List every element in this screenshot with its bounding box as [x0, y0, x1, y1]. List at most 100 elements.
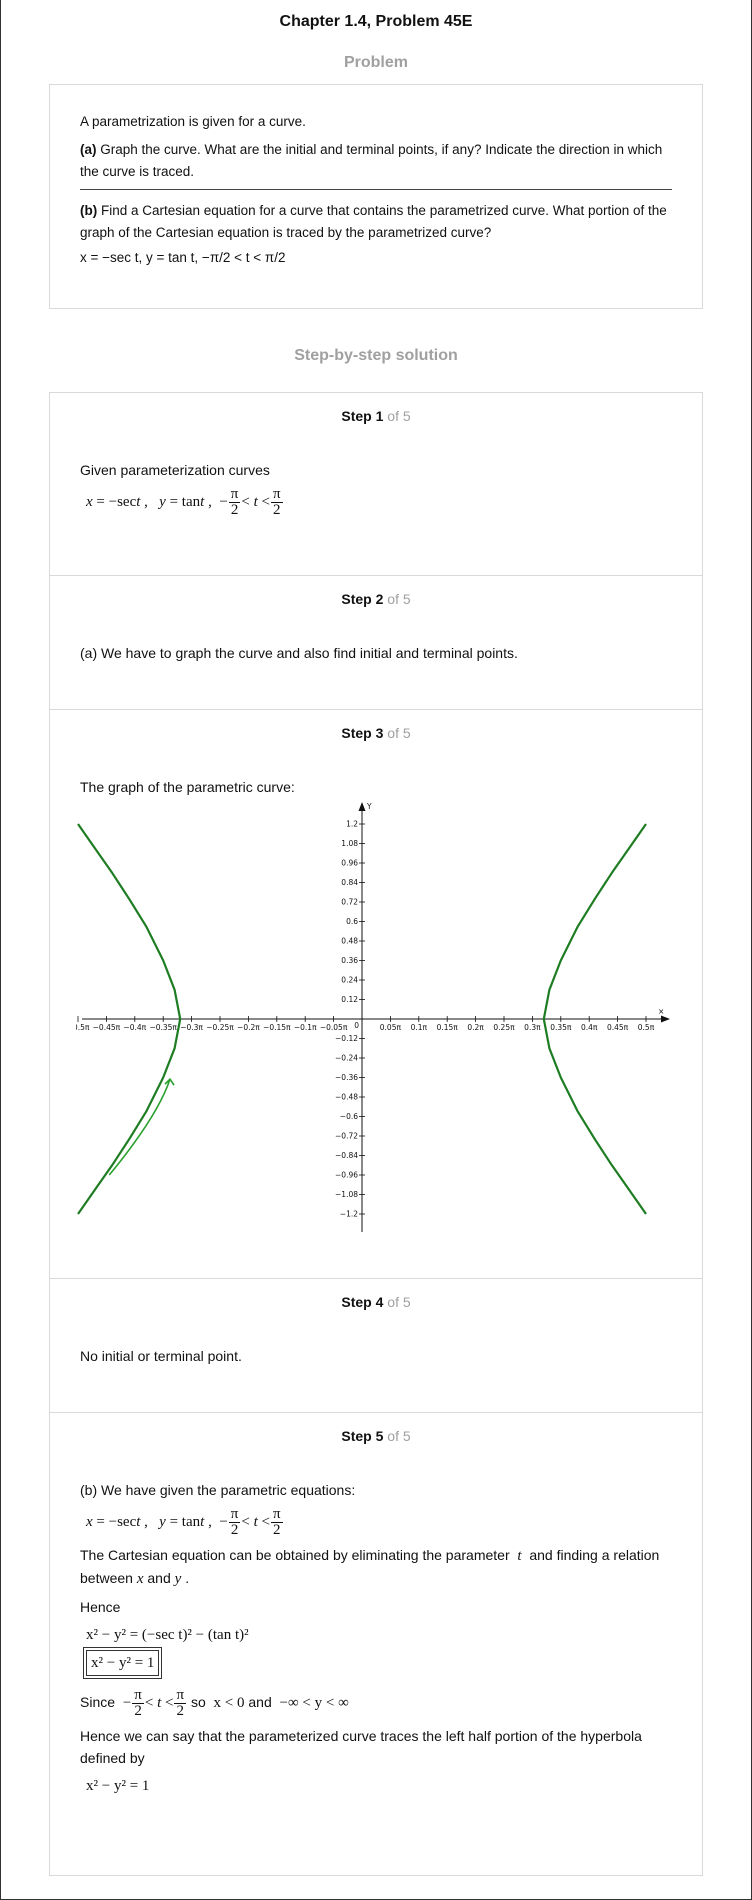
- y-axis-arrow: [358, 802, 366, 811]
- x-tick-label: 0.3π: [524, 1023, 541, 1032]
- x-tick-label: 0.35π: [550, 1023, 572, 1032]
- x-tick-label: 0.05π: [380, 1023, 402, 1032]
- parametric-equation: x = −sect , y = tant , − π 2 < t < π 2: [86, 1506, 283, 1538]
- x-tick-label: −0.25π: [206, 1023, 234, 1032]
- y-tick-label: −0.48: [335, 1093, 358, 1102]
- since-label: Since: [80, 1693, 116, 1710]
- step-header: Step 5 of 5: [50, 1413, 702, 1461]
- step-total: of 5: [383, 725, 411, 741]
- elim-pre: The Cartesian equation can be obtained b…: [80, 1547, 510, 1563]
- step-total: of 5: [383, 1294, 411, 1310]
- y-tick-label: −1.08: [335, 1190, 358, 1199]
- elim-and: and: [147, 1570, 171, 1586]
- y-tick-label: −1.2: [340, 1210, 358, 1219]
- problem-intro: A parametrization is given for a curve.: [80, 114, 306, 129]
- parametric-curve-chart: Y × −0.5π−0.45π−0.4π−0.35π−0.3π−0.25π−0.2π…: [76, 802, 670, 1232]
- step-5: Step 5 of 5 (b) We have given the parame…: [50, 1413, 702, 1875]
- y-tick-label: 0.36: [341, 956, 358, 965]
- x-tick-label: −0.05π: [320, 1023, 348, 1032]
- y-axis-label: Y: [366, 802, 372, 811]
- x-tick-label: −0.15π: [263, 1023, 291, 1032]
- problem-part-b: (b) Find a Cartesian equation for a curv…: [80, 200, 672, 244]
- hence-label: Hence: [80, 1599, 121, 1615]
- part-a-text: Graph the curve. What are the initial an…: [80, 142, 663, 179]
- y-tick-label: 0.6: [346, 917, 358, 926]
- x-tick-label: −0.45π: [93, 1023, 121, 1032]
- x-tick-label: −0.4π: [123, 1023, 146, 1032]
- step-header: Step 1 of 5: [50, 393, 702, 441]
- x-tick-label: 0: [354, 1021, 359, 1030]
- y-condition: −∞ < y < ∞: [279, 1694, 349, 1711]
- step-text: (b) We have given the parametric equatio…: [80, 1482, 356, 1498]
- x-tick-label: −0.5π: [76, 1023, 90, 1032]
- step-text: (a) We have to graph the curve and also …: [80, 645, 518, 661]
- x-tick-label: 0.2π: [467, 1023, 484, 1032]
- problem-panel: A parametrization is given for a curve. …: [49, 84, 703, 309]
- y-tick-label: −0.72: [335, 1132, 358, 1141]
- step-word: Step: [341, 408, 372, 424]
- part-b-label: (b): [80, 203, 98, 218]
- final-equation: x² − y² = 1: [86, 1778, 150, 1794]
- direction-arrow-shaft: [108, 1078, 171, 1176]
- conclusion-text: Hence we can say that the parameterized …: [80, 1728, 642, 1766]
- step-4: Step 4 of 5 No initial or terminal point…: [50, 1279, 702, 1413]
- y-tick-label: −0.96: [335, 1171, 358, 1180]
- y-tick-label: 0.48: [341, 937, 358, 946]
- parametric-equation: x = −sect , y = tant , − π 2 < t < π 2: [86, 486, 283, 518]
- elim-x: x: [136, 1571, 144, 1587]
- x-tick-label: 0.45π: [607, 1023, 629, 1032]
- x-tick-label: 0.5π: [638, 1023, 655, 1032]
- boxed-result: x² − y² = 1: [82, 1647, 163, 1679]
- problem-equation: x = −sec t, y = tan t, −π/2 < t < π/2: [80, 250, 286, 265]
- step-word: Step: [341, 1428, 372, 1444]
- step-3: Step 3 of 5 The graph of the parametric …: [50, 710, 702, 1279]
- y-tick-label: 1.2: [346, 820, 358, 829]
- since-line: Since − π 2 < t < π 2 so x < 0 and −∞ < y < ∞: [80, 1688, 672, 1719]
- y-tick-label: 0.72: [341, 898, 358, 907]
- x-condition: x < 0: [213, 1694, 245, 1711]
- part-b-text: Find a Cartesian equation for a curve th…: [80, 203, 667, 240]
- page-title: Chapter 1.4, Problem 45E: [279, 13, 473, 30]
- step-text: The graph of the parametric curve:: [80, 779, 295, 795]
- step-total: of 5: [383, 591, 411, 607]
- x-tick-label: 0.1π: [411, 1023, 428, 1032]
- y-tick-label: 1.08: [341, 839, 358, 848]
- elim-y: y: [174, 1571, 182, 1587]
- derivation-equation: x² − y² = (−sec t)² − (tan t)²: [86, 1627, 249, 1643]
- step-total: of 5: [383, 1428, 411, 1444]
- x-tick-label: −0.35π: [149, 1023, 177, 1032]
- x-tick-label: 0.4π: [581, 1023, 598, 1032]
- x-tick-label: −0.1π: [294, 1023, 317, 1032]
- part-a-label: (a): [80, 142, 97, 157]
- step-text: No initial or terminal point.: [80, 1348, 242, 1364]
- step-header: Step 4 of 5: [50, 1279, 702, 1327]
- x-tick-label: 0.15π: [437, 1023, 459, 1032]
- step-header: Step 2 of 5: [50, 576, 702, 624]
- solution-panel: Step 1 of 5 Given parameterization curve…: [49, 392, 703, 1876]
- step-2: Step 2 of 5 (a) We have to graph the cur…: [50, 576, 702, 710]
- problem-section-title: Problem: [343, 54, 408, 71]
- step-word: Step: [341, 591, 372, 607]
- step-word: Step: [341, 1294, 372, 1310]
- and-label: and: [248, 1693, 272, 1710]
- y-tick-label: −0.36: [335, 1073, 358, 1082]
- x-axis-arrow: [661, 1015, 670, 1023]
- step-word: Step: [341, 725, 372, 741]
- elim-var: t: [517, 1548, 522, 1564]
- step-text: Given parameterization curves: [80, 462, 270, 478]
- x-tick-label: −0.2π: [237, 1023, 260, 1032]
- x-tick-label: −0.3π: [180, 1023, 203, 1032]
- since-condition: − π 2 < t < π 2: [122, 1687, 187, 1719]
- y-tick-label: −0.24: [335, 1054, 358, 1063]
- y-tick-label: 0.12: [341, 995, 358, 1004]
- step-1: Step 1 of 5 Given parameterization curve…: [50, 393, 702, 576]
- x-axis-marker: ×: [658, 1007, 664, 1016]
- step-header: Step 3 of 5: [50, 710, 702, 758]
- y-tick-label: 0.84: [341, 878, 358, 887]
- so-label: so: [190, 1693, 206, 1710]
- x-tick-label: 0.25π: [493, 1023, 515, 1032]
- y-tick-label: −0.12: [335, 1034, 358, 1043]
- problem-part-a: (a) Graph the curve. What are the initia…: [80, 139, 672, 190]
- solution-section-title: Step-by-step solution: [294, 347, 458, 364]
- y-tick-label: −0.6: [340, 1112, 358, 1121]
